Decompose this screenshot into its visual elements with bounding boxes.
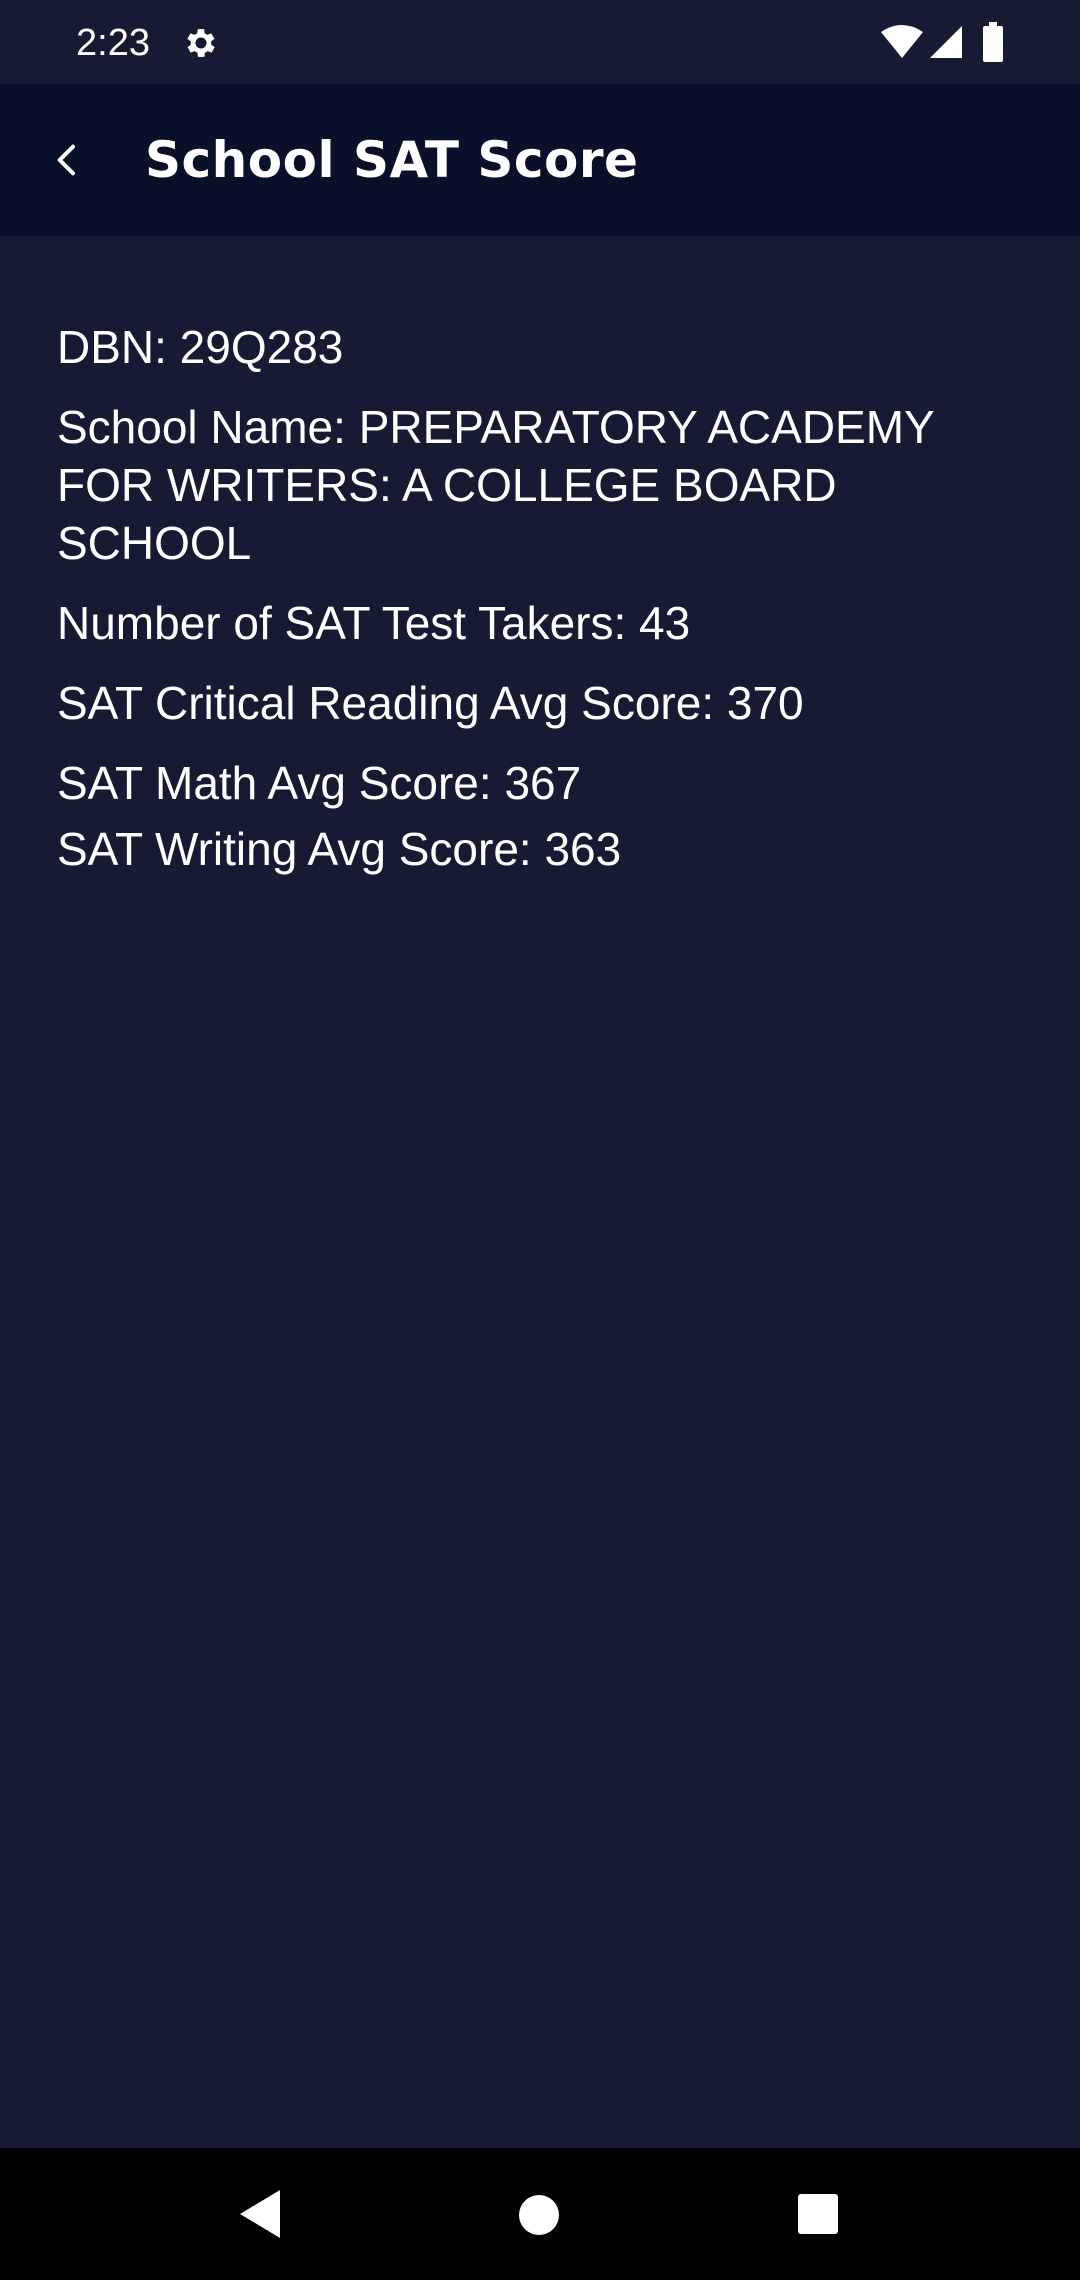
school-name-text: School Name: PREPARATORY ACADEMY FOR WRI… — [57, 401, 934, 569]
navigation-bar — [0, 2148, 1080, 2280]
screen: 2:23 School SAT Score DBN: 29Q283 School… — [0, 0, 1080, 2280]
test-takers-text: Number of SAT Test Takers: 43 — [57, 597, 691, 649]
status-bar: 2:23 — [0, 0, 1080, 84]
back-button[interactable] — [26, 118, 110, 202]
status-time: 2:23 — [76, 22, 150, 64]
gear-icon — [187, 29, 215, 57]
dbn-text: DBN: 29Q283 — [57, 321, 344, 373]
chevron-left-icon — [57, 144, 75, 176]
reading-avg-text: SAT Critical Reading Avg Score: 370 — [57, 677, 804, 729]
sat-score-details: DBN: 29Q283 School Name: PREPARATORY ACA… — [57, 318, 997, 878]
nav-back-icon[interactable] — [236, 2188, 284, 2240]
wifi-icon — [881, 25, 923, 58]
app-bar: School SAT Score — [0, 84, 1080, 236]
math-avg-text: SAT Math Avg Score: 367 — [57, 757, 582, 809]
signal-icon — [930, 26, 962, 58]
nav-home-icon[interactable] — [518, 2194, 560, 2236]
nav-recents-icon[interactable] — [798, 2194, 838, 2234]
writing-avg-text: SAT Writing Avg Score: 363 — [57, 823, 622, 875]
page-title: School SAT Score — [145, 131, 639, 189]
battery-icon — [983, 22, 1003, 62]
